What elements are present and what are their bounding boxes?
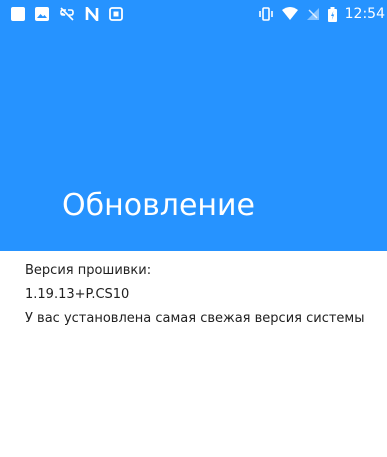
battery-icon (327, 6, 337, 22)
firmware-info: Версия прошивки: 1.19.13+P.CS10 У вас ус… (25, 262, 365, 327)
firmware-version-value: 1.19.13+P.CS10 (25, 287, 130, 302)
screenshot-icon (109, 7, 123, 21)
status-bar-system: 12:54 (258, 6, 385, 22)
page-title: Обновление (62, 188, 255, 223)
vibrate-icon (258, 7, 274, 21)
status-bar: 12:54 (0, 0, 387, 28)
link-off-icon (59, 7, 75, 21)
status-bar-notifications (11, 6, 123, 22)
wifi-icon (281, 7, 298, 21)
firmware-version-label: Версия прошивки: (25, 263, 152, 278)
notification-square-icon (11, 7, 25, 21)
update-status-message: У вас установлена самая свежая версия си… (25, 311, 365, 326)
image-icon (35, 7, 49, 21)
app-header: 12:54 Обновление (0, 0, 387, 251)
n-icon (85, 7, 99, 21)
no-signal-icon (306, 7, 320, 21)
status-time: 12:54 (344, 6, 385, 22)
